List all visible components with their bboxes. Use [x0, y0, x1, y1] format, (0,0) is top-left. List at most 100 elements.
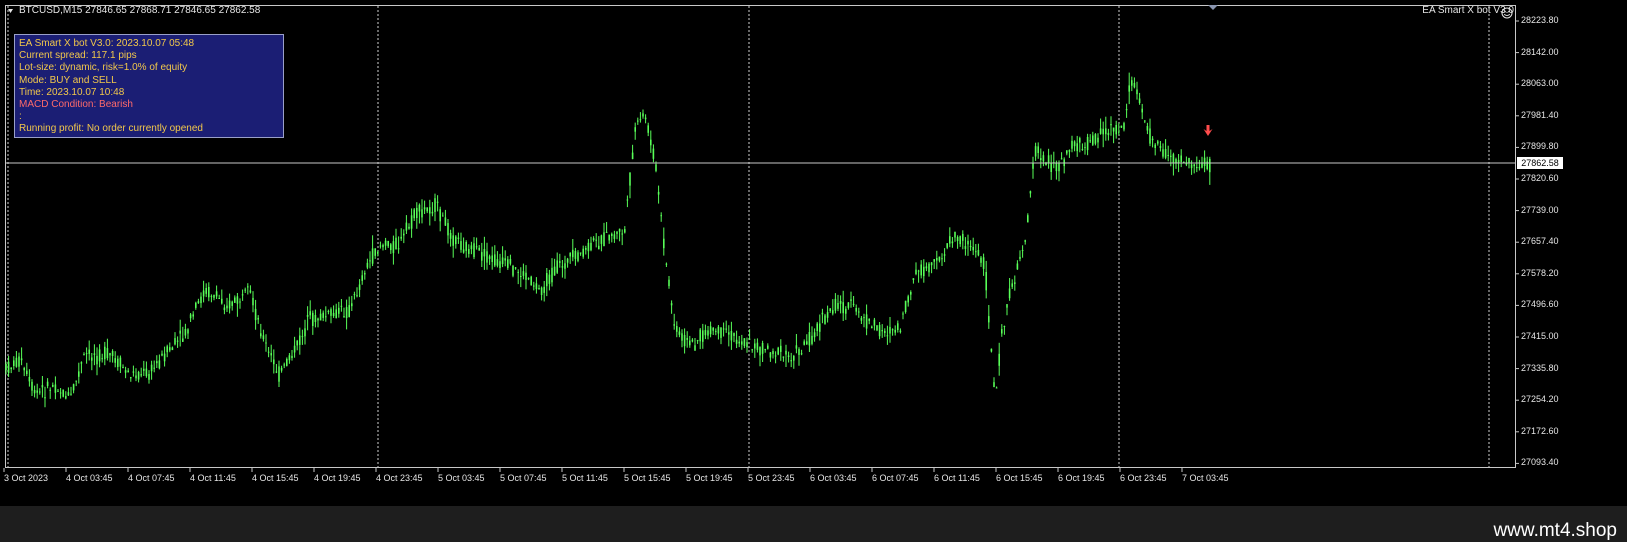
price-bar-body: [270, 353, 272, 356]
price-bar-body: [119, 357, 122, 367]
price-bar-body: [728, 332, 730, 335]
price-bar-body: [421, 209, 423, 218]
price-bar-body: [309, 311, 311, 316]
price-bar-body: [1118, 131, 1120, 133]
price-tick-label: 27254.20: [1521, 394, 1559, 405]
price-bar-body: [512, 265, 514, 276]
price-bar-body: [1099, 128, 1102, 134]
price-bar-body: [1209, 158, 1211, 173]
price-bar-body: [904, 300, 907, 312]
price-bar-body: [876, 325, 878, 331]
price-bar-body: [595, 239, 597, 241]
price-bar-body: [1034, 146, 1037, 157]
price-bar-body: [397, 248, 400, 250]
price-bar-body: [689, 340, 691, 346]
price-bar-body: [228, 300, 231, 309]
price-bar-body: [946, 243, 948, 248]
price-bar-body: [637, 120, 639, 122]
price-bar-body: [1146, 126, 1149, 131]
price-bar-body: [106, 348, 109, 359]
price-bar-body: [249, 290, 252, 293]
price-bar-body: [707, 330, 709, 336]
price-bar-body: [928, 263, 930, 273]
price-tick-label: 27496.60: [1521, 299, 1559, 310]
price-bar-body: [434, 198, 436, 212]
info-line-ea: EA Smart X bot V3.0: 2023.10.07 05:48: [19, 38, 195, 49]
price-bar-body: [845, 308, 847, 314]
price-bar-body: [1123, 123, 1125, 130]
chart-window[interactable]: BTCUSD,M15 27846.65 27868.71 27846.65 27…: [0, 0, 1627, 506]
price-bar-body: [1047, 155, 1050, 164]
price-bar-body: [67, 392, 70, 396]
price-bar-body: [1081, 149, 1084, 150]
time-tick-label: 4 Oct 03:45: [66, 473, 113, 483]
price-bar-body: [824, 315, 826, 324]
price-tick-label: 28223.80: [1521, 15, 1559, 25]
price-bar-body: [395, 237, 397, 249]
price-bar-body: [377, 251, 379, 254]
price-bar-body: [917, 270, 920, 272]
price-bar-body: [1066, 150, 1068, 154]
price-bar-body: [613, 234, 616, 239]
price-bar-body: [486, 251, 488, 263]
price-bar-body: [244, 289, 246, 291]
price-bar-body: [122, 366, 124, 369]
price-bar-body: [1021, 250, 1024, 251]
price-bar-body: [478, 247, 480, 251]
price-bar-body: [348, 305, 350, 318]
price-tick-label: 27415.00: [1521, 331, 1559, 341]
price-bar-body: [91, 357, 93, 361]
menu-triangle-icon[interactable]: [8, 9, 13, 13]
price-bar-body: [447, 223, 449, 236]
price-bar-body: [343, 316, 345, 318]
time-tick-label: 6 Oct 15:45: [996, 473, 1043, 483]
price-bar-body: [902, 313, 904, 315]
price-bar-body: [847, 302, 850, 308]
price-bar-body: [111, 351, 114, 356]
price-bar-body: [335, 309, 337, 319]
price-bar-body: [239, 301, 241, 303]
price-bar-body: [75, 380, 77, 382]
price-bar-body: [1203, 157, 1206, 166]
price-bar-body: [897, 323, 899, 330]
price-bar-body: [1019, 256, 1021, 259]
price-bar-body: [569, 253, 571, 257]
price-bar-body: [1138, 98, 1141, 103]
price-bar-body: [314, 315, 317, 322]
price-bar-body: [735, 339, 738, 344]
price-bar-body: [811, 335, 813, 344]
price-bar-body: [956, 237, 959, 241]
price-bar-body: [57, 390, 59, 392]
price-bar-body: [642, 113, 644, 117]
price-bar-body: [1180, 155, 1182, 162]
price-bar-body: [527, 278, 530, 280]
price-bar-body: [826, 312, 829, 318]
price-bar-body: [1092, 135, 1094, 145]
price-bar-body: [1157, 141, 1159, 144]
price-bar-body: [15, 357, 18, 367]
chart-shift-marker[interactable]: [1208, 5, 1218, 10]
price-bar-body: [816, 323, 818, 331]
price-bar-body: [603, 232, 605, 247]
price-bar-body: [715, 330, 717, 332]
price-bar-body: [769, 352, 772, 358]
price-bar-body: [265, 342, 267, 344]
price-bar-body: [566, 258, 569, 263]
price-bar-body: [995, 387, 998, 389]
info-line-lotsize: Lot-size: dynamic, risk=1.0% of equity: [19, 62, 188, 74]
price-bar-body: [1027, 215, 1029, 223]
price-bar-body: [683, 335, 686, 347]
price-bar-body: [881, 330, 883, 332]
price-bar-body: [1162, 149, 1164, 157]
price-bar-body: [548, 274, 551, 284]
price-bar-body: [746, 342, 748, 348]
price-bar-body: [665, 263, 668, 265]
price-bar-body: [5, 364, 7, 371]
price-bar-body: [1159, 146, 1162, 148]
price-bar-body: [1107, 132, 1110, 136]
price-bar-body: [621, 233, 623, 235]
price-bar-body: [709, 326, 712, 335]
time-tick-label: 5 Oct 23:45: [748, 473, 795, 483]
price-bar-body: [46, 381, 49, 387]
price-bar-body: [660, 215, 662, 217]
